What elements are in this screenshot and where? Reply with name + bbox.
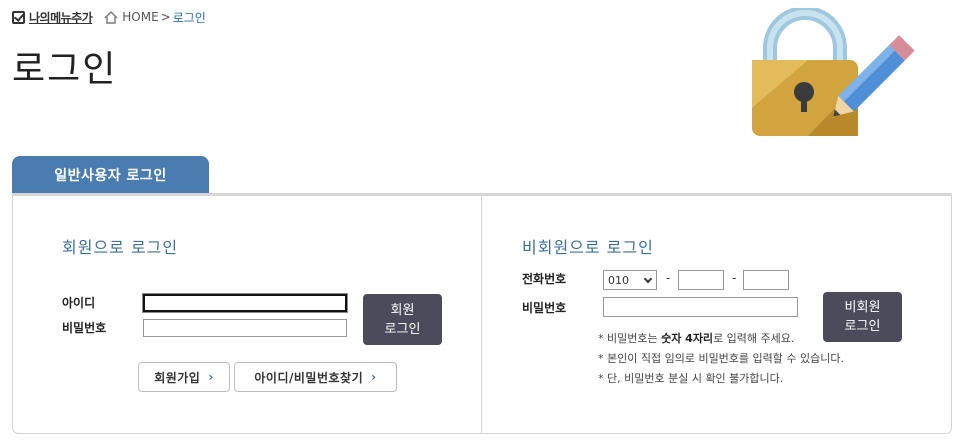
guest-login-notes: * 비밀번호는 숫자 4자리로 입력해 주세요. * 본인이 직접 임의로 비밀…: [598, 329, 844, 389]
phone-label: 전화번호: [522, 272, 567, 286]
member-id-input[interactable]: [143, 294, 347, 312]
signup-button[interactable]: 회원가입 ›: [138, 362, 230, 392]
phone-middle-input[interactable]: [678, 270, 724, 290]
phone-dash-1: -: [666, 271, 671, 285]
breadcrumb-current[interactable]: 로그인: [173, 9, 206, 26]
phone-prefix-value: 010: [608, 273, 629, 287]
member-login-button-line1: 회원: [390, 302, 415, 318]
breadcrumb: HOME > 로그인: [104, 9, 206, 26]
note-text: * 본인이 직접 임의로 비밀번호를 입력할 수 있습니다.: [598, 352, 844, 365]
phone-last-input[interactable]: [743, 270, 789, 290]
home-icon: [104, 10, 118, 24]
breadcrumb-home[interactable]: HOME: [122, 10, 158, 24]
guest-login-title: 비회원으로 로그인: [522, 238, 654, 257]
guest-password-input[interactable]: [603, 297, 798, 317]
member-login-button[interactable]: 회원 로그인: [363, 294, 442, 345]
breadcrumb-separator: >: [160, 10, 171, 24]
note-text-suffix: 로 입력해 주세요.: [713, 332, 795, 345]
checkbox-icon: [12, 10, 25, 24]
note-text: * 비밀번호는: [598, 332, 662, 345]
find-id-password-button[interactable]: 아이디/비밀번호찾기 ›: [234, 362, 397, 392]
member-id-label: 아이디: [62, 296, 96, 310]
member-login-title: 회원으로 로그인: [62, 238, 179, 257]
page-title: 로그인: [12, 49, 118, 90]
tab-general-user-login[interactable]: 일반사용자 로그인: [12, 156, 209, 194]
note-emphasis: 숫자 4자리: [661, 332, 714, 345]
add-my-menu-button[interactable]: 나의메뉴추가: [12, 9, 93, 26]
find-id-password-label: 아이디/비밀번호찾기: [254, 370, 364, 385]
chevron-right-icon: ›: [371, 370, 377, 384]
phone-dash-2: -: [732, 271, 737, 285]
note-item: * 단, 비밀번호 분실 시 확인 불가합니다.: [598, 369, 844, 389]
guest-password-label: 비밀번호: [522, 301, 567, 315]
note-item: * 본인이 직접 임의로 비밀번호를 입력할 수 있습니다.: [598, 349, 844, 369]
top-nav: 나의메뉴추가 HOME > 로그인: [12, 8, 206, 26]
member-password-input[interactable]: [143, 319, 347, 337]
signup-button-label: 회원가입: [154, 370, 201, 385]
phone-prefix-select[interactable]: 010: [603, 270, 657, 290]
lock-pencil-illustration: [752, 8, 915, 136]
chevron-down-icon: [643, 274, 653, 284]
note-item: * 비밀번호는 숫자 4자리로 입력해 주세요.: [598, 329, 844, 349]
member-login-button-line2: 로그인: [384, 321, 421, 337]
guest-login-button-line2: 로그인: [844, 319, 881, 334]
chevron-right-icon: ›: [208, 370, 214, 384]
login-panel: [12, 196, 952, 434]
note-text: * 단, 비밀번호 분실 시 확인 불가합니다.: [598, 372, 784, 385]
add-my-menu-label: 나의메뉴추가: [29, 10, 93, 25]
member-password-label: 비밀번호: [62, 321, 107, 335]
guest-login-button-line1: 비회원: [844, 300, 881, 315]
panel-divider: [481, 196, 482, 434]
